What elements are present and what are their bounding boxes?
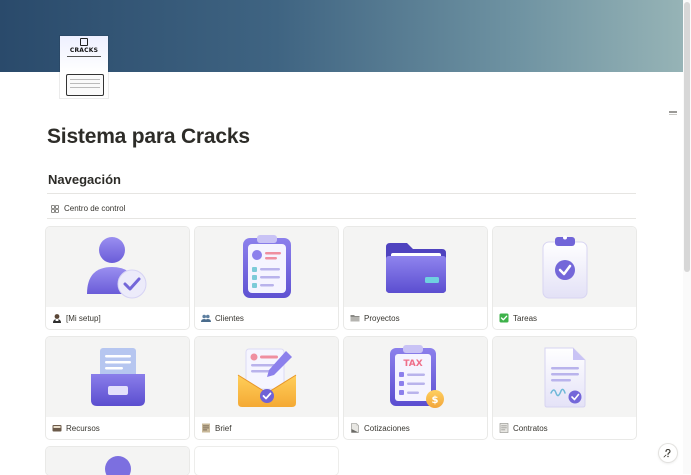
folder-icon	[385, 243, 446, 293]
page-icon-title: CRACKS	[69, 47, 99, 54]
scrollbar[interactable]	[683, 0, 691, 474]
clipboard-check-icon	[542, 235, 587, 299]
database-view-tabs: Centro de control	[47, 199, 636, 219]
check-mark-icon	[499, 313, 509, 323]
scrollbar-thumb[interactable]	[684, 2, 690, 272]
help-button[interactable]	[659, 444, 677, 462]
card-label: Tareas	[513, 313, 538, 323]
gallery-card-clientes[interactable]: Clientes	[195, 227, 338, 329]
section-heading: Navegación	[48, 172, 121, 187]
card-label: Clientes	[215, 313, 244, 323]
gallery-card-recursos[interactable]: Recursos	[46, 337, 189, 439]
card-label: Recursos	[66, 423, 100, 433]
signed-document-icon	[544, 347, 585, 408]
card-label: Cotizaciones	[364, 423, 410, 433]
page-icon	[350, 423, 360, 433]
memo-icon	[499, 423, 509, 433]
person-icon	[52, 313, 62, 323]
gallery: [Mi setup] Clientes Proyectos Tareas Rec…	[46, 227, 637, 475]
user-icon	[104, 456, 131, 475]
clipboard-profile-icon	[242, 235, 291, 298]
inbox-tray-icon	[90, 348, 145, 406]
tax-clipboard-icon: TAX $	[389, 345, 444, 408]
gallery-card-cotizaciones[interactable]: TAX $ Cotizaciones	[344, 337, 487, 439]
tax-label: TAX	[403, 359, 422, 369]
gallery-new-card[interactable]	[195, 447, 338, 475]
gallery-card-proyectos[interactable]: Proyectos	[344, 227, 487, 329]
gallery-card-brief[interactable]: Brief	[195, 337, 338, 439]
page-icon[interactable]: CRACKS	[60, 36, 108, 98]
gallery-card-mi-setup[interactable]: [Mi setup]	[46, 227, 189, 329]
laptop-icon	[66, 74, 104, 96]
gallery-card-contratos[interactable]: Contratos	[493, 337, 636, 439]
divider	[47, 193, 636, 194]
card-label: [Mi setup]	[66, 313, 101, 323]
svg-text:$: $	[431, 395, 438, 406]
gallery-card-tareas[interactable]: Tareas	[493, 227, 636, 329]
notion-logo-icon	[80, 38, 88, 46]
gallery-card-partial[interactable]	[46, 447, 189, 475]
user-check-icon	[86, 237, 146, 299]
people-icon	[201, 313, 211, 323]
gallery-grid-icon	[51, 204, 59, 213]
notepad-icon	[201, 423, 211, 433]
view-tab-label: Centro de control	[64, 204, 126, 213]
card-label: Brief	[215, 423, 232, 433]
card-index-icon	[52, 423, 62, 433]
page-title: Sistema para Cracks	[47, 125, 250, 148]
card-label: Contratos	[513, 423, 548, 433]
card-label: Proyectos	[364, 313, 400, 323]
envelope-letter-icon	[237, 348, 296, 407]
help-icon	[663, 448, 671, 458]
table-of-contents-icon[interactable]	[669, 111, 677, 115]
folder-icon	[350, 313, 360, 323]
view-tab-centro-de-control[interactable]: Centro de control	[47, 204, 125, 213]
